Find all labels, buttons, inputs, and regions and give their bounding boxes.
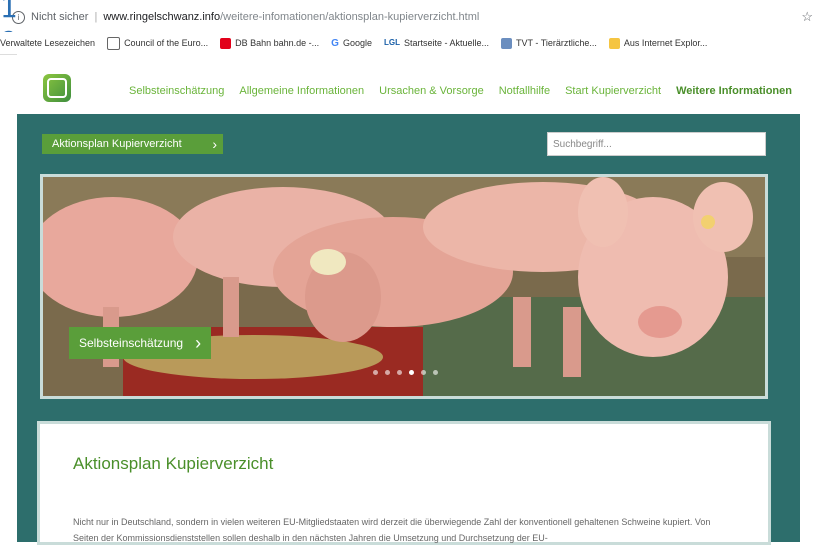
- bookmarks-bar: Verwaltete Lesezeichen Council of the Eu…: [0, 32, 817, 55]
- bookmark-lgl[interactable]: LGL Startseite - Aktuelle...: [384, 38, 489, 49]
- site-logo-icon[interactable]: [43, 74, 71, 102]
- building-icon: [501, 37, 513, 49]
- bookmark-google[interactable]: G Google: [331, 38, 372, 49]
- left-strip-line1: 1: [0, 0, 18, 24]
- google-icon: G: [331, 37, 339, 49]
- bookmark-tvt[interactable]: TVT - Tierärztliche...: [501, 37, 597, 49]
- document-icon: [107, 36, 121, 50]
- bookmark-council[interactable]: Council of the Euro...: [107, 36, 208, 50]
- folder-icon: [608, 37, 620, 49]
- security-label: Nicht sicher: [31, 11, 89, 23]
- hero-cta-label: Selbsteinschätzung: [79, 336, 184, 350]
- nav-notfallhilfe[interactable]: Notfallhilfe: [499, 85, 550, 97]
- nav-allgemeine-informationen[interactable]: Allgemeine Informationen: [239, 85, 364, 97]
- subnav-label: Aktionsplan Kupierverzicht: [52, 138, 182, 150]
- nav-ursachen-vorsorge[interactable]: Ursachen & Vorsorge: [379, 85, 484, 97]
- hero-image: Selbsteinschätzung ›: [43, 177, 765, 396]
- bookmark-ie[interactable]: Aus Internet Explor...: [608, 37, 707, 49]
- slider-dot[interactable]: [433, 370, 438, 375]
- search-input[interactable]: Suchbegriff...: [547, 132, 766, 156]
- subnav-button[interactable]: Aktionsplan Kupierverzicht ›: [42, 134, 223, 154]
- content-paragraph: Nicht nur in Deutschland, sondern in vie…: [73, 517, 711, 543]
- content-panel: Aktionsplan Kupierverzicht Nicht nur in …: [40, 424, 768, 543]
- address-bar[interactable]: i Nicht sicher | www.ringelschwanz.info /…: [0, 0, 817, 32]
- hero-cta-button[interactable]: Selbsteinschätzung ›: [69, 327, 212, 359]
- nav-selbsteinschaetzung[interactable]: Selbsteinschätzung: [129, 85, 224, 97]
- bookmark-db[interactable]: DB Bahn bahn.de -...: [220, 37, 319, 49]
- search-placeholder: Suchbegriff...: [553, 138, 612, 150]
- slider-dot-active[interactable]: [409, 370, 414, 375]
- url-path[interactable]: /weitere-infomationen/aktionsplan-kupier…: [220, 11, 479, 23]
- chevron-right-icon: ›: [195, 332, 202, 353]
- bookmark-managed[interactable]: Verwaltete Lesezeichen: [0, 38, 95, 48]
- slider-dot[interactable]: [421, 370, 426, 375]
- slider-dot[interactable]: [373, 370, 378, 375]
- page-title: Aktionsplan Kupierverzicht: [73, 454, 274, 473]
- db-icon: [220, 37, 232, 49]
- slider-dots: [373, 370, 445, 375]
- lgl-icon: LGL: [383, 37, 400, 47]
- slider-dot[interactable]: [385, 370, 390, 375]
- chevron-right-icon: ›: [212, 136, 217, 152]
- nav-weitere-informationen[interactable]: Weitere Informationen: [676, 85, 792, 97]
- separator: |: [94, 11, 98, 23]
- main-nav: Selbsteinschätzung Allgemeine Informatio…: [129, 85, 807, 97]
- url-domain[interactable]: www.ringelschwanz.info: [103, 11, 220, 23]
- hero-slider[interactable]: Selbsteinschätzung ›: [40, 174, 768, 399]
- star-icon[interactable]: ☆: [801, 9, 813, 25]
- slider-dot[interactable]: [397, 370, 402, 375]
- pigs-photo: [43, 177, 765, 396]
- nav-start-kupierverzicht[interactable]: Start Kupierverzicht: [565, 85, 661, 97]
- site-header: Selbsteinschätzung Allgemeine Informatio…: [17, 54, 817, 114]
